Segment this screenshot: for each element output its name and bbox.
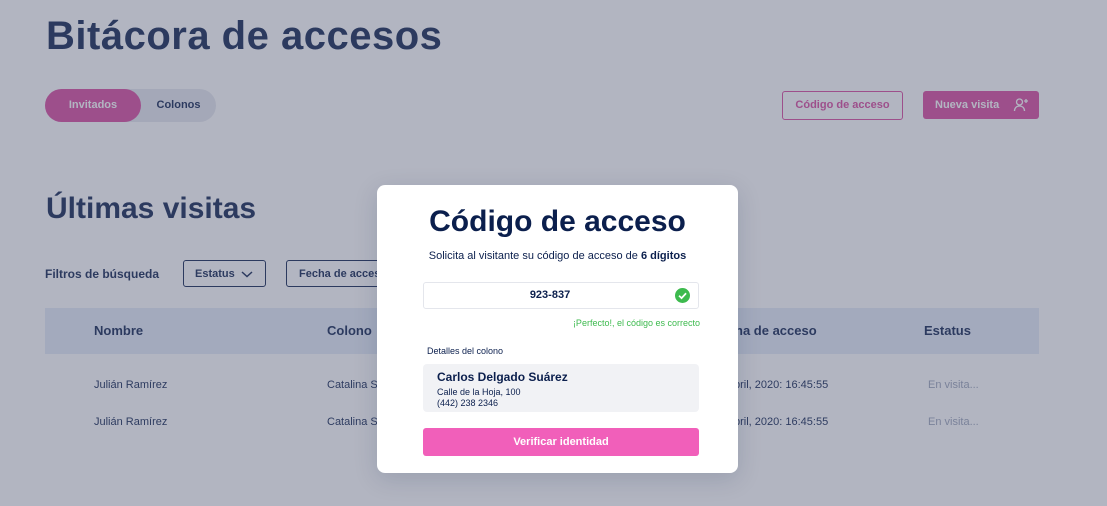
modal-subtitle-digits: 6 dígitos xyxy=(640,250,687,262)
access-code-value: 923-837 xyxy=(529,289,571,301)
access-code-input[interactable]: 923-837 xyxy=(423,282,699,309)
resident-address: Calle de la Hoja, 100 xyxy=(437,387,521,397)
modal-title: Código de acceso xyxy=(429,205,686,238)
resident-name: Carlos Delgado Suárez xyxy=(437,370,568,384)
success-message: ¡Perfecto!, el código es correcto xyxy=(572,318,700,328)
modal-subtitle-text: Solicita al visitante su código de acces… xyxy=(428,250,641,262)
access-code-modal: Código de acceso Solicita al visitante s… xyxy=(377,185,738,473)
resident-details-label: Detalles del colono xyxy=(427,346,504,356)
resident-card: Carlos Delgado Suárez Calle de la Hoja, … xyxy=(423,364,699,412)
check-circle-icon xyxy=(675,288,690,303)
page: Bitácora de accesos Invitados Colonos Có… xyxy=(0,0,1107,506)
resident-phone: (442) 238 2346 xyxy=(437,398,499,408)
modal-subtitle: Solicita al visitante su código de acces… xyxy=(377,250,738,262)
verify-identity-button[interactable]: Verificar identidad xyxy=(423,428,699,456)
